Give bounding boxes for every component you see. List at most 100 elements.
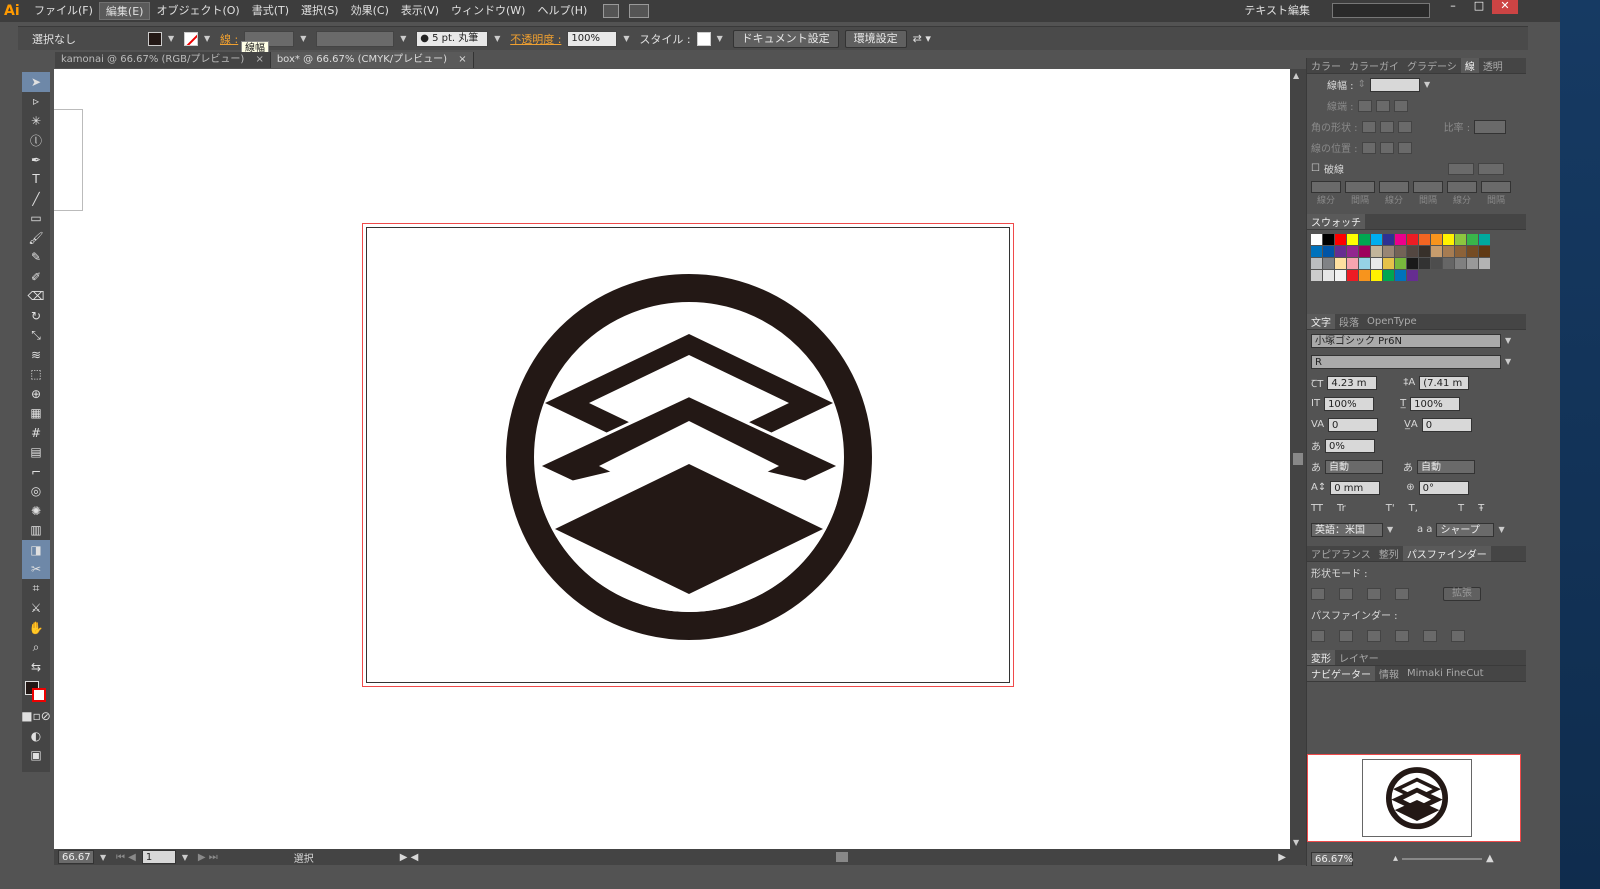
eraser-tool-icon[interactable]: ⌫ [22, 287, 50, 307]
zoom-in-icon[interactable]: ▲ [1486, 853, 1494, 864]
color-swatch[interactable] [1419, 258, 1430, 269]
stroke-width-field[interactable] [1369, 77, 1420, 92]
leading-field[interactable]: (7.41 m [1419, 375, 1470, 390]
font-family-select[interactable]: 小塚ゴシック Pr6N [1311, 333, 1501, 348]
color-swatch[interactable] [1311, 246, 1322, 257]
fill-stroke-icon[interactable] [22, 677, 50, 707]
color-swatch[interactable] [1407, 234, 1418, 245]
color-swatch[interactable] [1419, 234, 1430, 245]
subscript-button[interactable]: T, [1409, 503, 1418, 514]
color-swatch[interactable] [1323, 246, 1334, 257]
color-swatch[interactable] [1347, 234, 1358, 245]
color-swatch[interactable] [1359, 270, 1370, 281]
small-caps-button[interactable]: Tr [1337, 503, 1346, 514]
artboard-tool-icon[interactable]: ⌗ [22, 579, 50, 599]
chevron-down-icon[interactable]: ▼ [1505, 357, 1515, 366]
menu-window[interactable]: ウィンドウ(W) [445, 2, 531, 20]
vertical-scroll-thumb[interactable] [1293, 453, 1303, 465]
stroke-swatch-none[interactable] [184, 31, 198, 46]
color-swatch[interactable] [1359, 234, 1370, 245]
minimize-button[interactable]: – [1440, 0, 1466, 14]
close-icon[interactable]: × [458, 54, 466, 65]
tsume-field[interactable]: 0% [1325, 438, 1375, 453]
page-field[interactable]: 1 [141, 850, 176, 864]
close-button[interactable]: ✕ [1492, 0, 1518, 14]
opacity-field[interactable]: 100% [567, 30, 618, 47]
expand-button[interactable]: 拡張 [1443, 586, 1481, 601]
chevron-down-icon[interactable]: ▼ [168, 34, 178, 43]
warp-tool-icon[interactable]: ≋ [22, 345, 50, 365]
menu-effect[interactable]: 効果(C) [345, 2, 395, 20]
chevron-down-icon[interactable]: ▼ [717, 34, 727, 43]
menu-select[interactable]: 選択(S) [295, 2, 345, 20]
color-swatch[interactable] [1467, 234, 1478, 245]
rectangle-tool-icon[interactable]: ▭ [22, 209, 50, 229]
round-cap-icon[interactable] [1375, 99, 1390, 112]
tab-swatches[interactable]: スウォッチ [1307, 214, 1365, 229]
color-swatch[interactable] [1323, 234, 1334, 245]
tab-stroke[interactable]: 線 [1460, 58, 1479, 73]
fill-swatch[interactable] [148, 31, 162, 46]
magic-wand-tool-icon[interactable]: ✳ [22, 111, 50, 131]
chevron-down-icon[interactable]: ▼ [1498, 525, 1508, 534]
tab-transform[interactable]: 変形 [1307, 650, 1335, 665]
default-colors-icon[interactable]: ⇆ [22, 657, 50, 677]
horizontal-scale-field[interactable]: 100% [1410, 396, 1461, 411]
navigator-preview[interactable] [1307, 754, 1521, 842]
line-tool-icon[interactable]: ╱ [22, 189, 50, 209]
zoom-tool-icon[interactable]: ⌕ [22, 638, 50, 658]
tab-box[interactable]: box* @ 66.67% (CMYK/プレビュー) × [270, 52, 474, 68]
stepper-icon[interactable]: ⇕ [1358, 79, 1366, 90]
tab-layers[interactable]: レイヤー [1335, 650, 1383, 665]
color-swatch[interactable] [1407, 270, 1418, 281]
butt-cap-icon[interactable] [1357, 99, 1372, 112]
variable-width-field[interactable] [316, 30, 395, 47]
zoom-field[interactable]: 66.67 [58, 850, 94, 864]
color-swatch[interactable] [1323, 258, 1334, 269]
color-mode-icon[interactable]: ■▫⊘ [21, 707, 51, 727]
menu-view[interactable]: 表示(V) [395, 2, 445, 20]
paintbrush-tool-icon[interactable]: 🖌 [22, 228, 50, 248]
close-icon[interactable]: × [255, 54, 263, 65]
tab-character[interactable]: 文字 [1307, 314, 1335, 329]
tracking-field[interactable]: 0 [1421, 417, 1472, 432]
miter-join-icon[interactable] [1361, 120, 1376, 133]
scroll-down-icon[interactable]: ▼ [1293, 838, 1299, 847]
color-swatch[interactable] [1323, 270, 1334, 281]
tab-color-guide[interactable]: カラーガイ [1345, 58, 1403, 73]
chevron-down-icon[interactable]: ▼ [100, 853, 110, 862]
preferences-button[interactable]: 環境設定 [844, 29, 907, 48]
color-swatch[interactable] [1395, 246, 1406, 257]
slice-tool-icon[interactable]: ⚔ [22, 599, 50, 619]
color-swatch[interactable] [1371, 234, 1382, 245]
gap-cell[interactable]: 間隔 [1345, 181, 1375, 206]
underline-button[interactable]: T [1458, 503, 1464, 514]
lasso-tool-icon[interactable]: ⓛ [22, 131, 50, 151]
arrange-documents-icon[interactable] [629, 4, 650, 18]
aki-before-select[interactable]: 自動 [1325, 459, 1383, 474]
divide-icon[interactable] [1311, 629, 1325, 642]
tab-color[interactable]: カラー [1307, 58, 1345, 73]
tab-mimaki-finecut[interactable]: Mimaki FineCut [1403, 668, 1488, 679]
zoom-slider[interactable] [1402, 857, 1483, 860]
hand-tool-icon[interactable]: ✋ [22, 618, 50, 638]
trim-icon[interactable] [1339, 629, 1353, 642]
pencil-tool-icon[interactable]: ✎ [22, 248, 50, 268]
color-swatch[interactable] [1479, 258, 1490, 269]
color-swatch[interactable] [1443, 246, 1454, 257]
column-graph-tool-icon[interactable]: ▥ [22, 521, 50, 541]
direct-selection-tool-icon[interactable]: ▹ [22, 92, 50, 112]
opacity-label[interactable]: 不透明度 : [510, 31, 561, 47]
color-swatch[interactable] [1479, 246, 1490, 257]
tab-transparency[interactable]: 透明 [1479, 58, 1507, 73]
color-swatch[interactable] [1455, 234, 1466, 245]
chevron-down-icon[interactable]: ▼ [623, 34, 633, 43]
tab-navigator[interactable]: ナビゲーター [1307, 666, 1375, 681]
color-swatch[interactable] [1395, 258, 1406, 269]
kamon-artwork[interactable] [367, 228, 1011, 684]
strikethrough-button[interactable]: Ŧ [1478, 503, 1484, 514]
color-swatch[interactable] [1311, 270, 1322, 281]
tab-kamonai[interactable]: kamonai @ 66.67% (RGB/プレビュー) × [55, 52, 271, 68]
symbol-sprayer-tool-icon[interactable]: ✺ [22, 501, 50, 521]
aki-after-select[interactable]: 自動 [1417, 459, 1475, 474]
